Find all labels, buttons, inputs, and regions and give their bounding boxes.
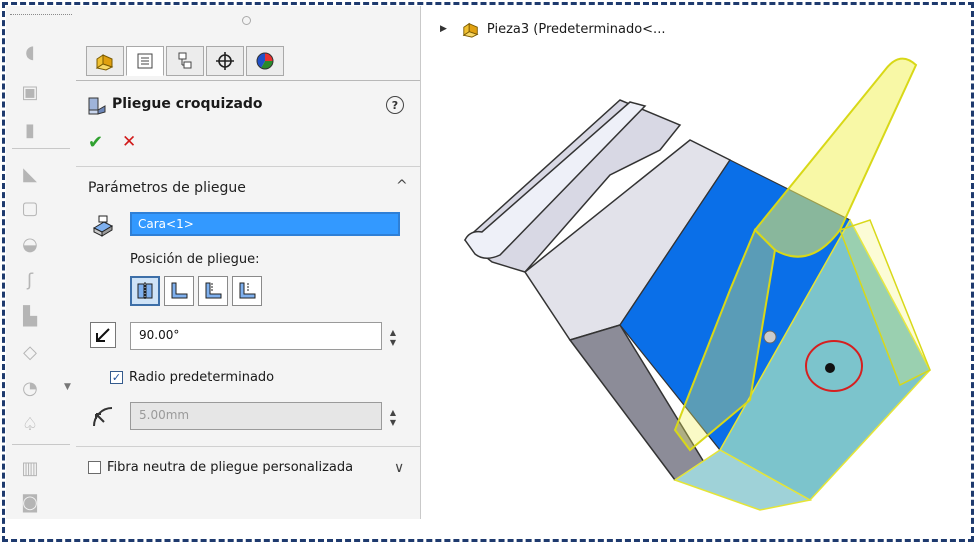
material-inside-button[interactable] (164, 276, 194, 306)
bend-outside-icon (239, 282, 256, 299)
sheet-metal-toolbar: ◖ ▣ ▮ ◣ ▢ ◒ ʃ ▙ ◇ ◔ ▼ ♤ ▥ ◙ (6, 6, 76, 519)
default-radius-checkbox[interactable]: ✓ (110, 371, 123, 384)
bend-angle-input[interactable]: 90.00° (130, 322, 382, 350)
flatten-icon[interactable]: ▥ (18, 456, 42, 480)
tab-dimxpert-manager[interactable] (206, 46, 244, 76)
property-list-icon (137, 53, 153, 69)
cancel-button[interactable]: ✕ (122, 132, 136, 152)
part-icon (462, 22, 479, 38)
bend-parameters-header[interactable]: Parámetros de pliegue (88, 180, 246, 196)
material-outside-icon (205, 282, 222, 299)
help-icon[interactable]: ? (386, 96, 404, 114)
manager-tabs (86, 46, 284, 76)
corner-icon[interactable]: ◔ (18, 376, 42, 400)
fixed-face-selection-field[interactable]: Cara<1> (130, 212, 400, 236)
expand-caret-icon[interactable]: ∨ (394, 460, 404, 476)
panel-pin-icon[interactable] (242, 16, 251, 25)
bend-position-options (130, 276, 262, 306)
no-bends-icon[interactable]: ◙ (18, 490, 42, 514)
tab-feature-manager[interactable] (86, 46, 124, 76)
configuration-icon (178, 52, 192, 69)
edge-flange-icon[interactable]: ▣ (18, 80, 42, 104)
bend-centerline-icon (137, 282, 153, 300)
bend-angle-spinner[interactable]: ▲ ▼ (386, 328, 400, 348)
bend-radius-input: 5.00mm (130, 402, 382, 430)
property-manager: Pliegue croquizado ? ✔ ✕ Parámetros de p… (76, 6, 421, 519)
fixed-face-icon (92, 215, 114, 237)
appearance-ball-icon (256, 52, 274, 70)
custom-neutral-fiber-checkbox[interactable] (88, 461, 101, 474)
corner-dropdown-caret[interactable]: ▼ (64, 382, 71, 392)
bend-outside-button[interactable] (232, 276, 262, 306)
sketched-bend-feature-icon (88, 97, 106, 115)
part-name: Pieza3 (Predeterminado<... (486, 21, 666, 37)
closed-corner-icon[interactable]: ▢ (18, 196, 42, 220)
material-inside-icon (171, 282, 188, 299)
toolbar-grip[interactable] (10, 14, 72, 17)
tab-display-manager[interactable] (246, 46, 284, 76)
face-marker-dot[interactable] (825, 363, 835, 373)
material-outside-button[interactable] (198, 276, 228, 306)
bend-position-label: Posición de pliegue: (130, 252, 260, 267)
part-icon (95, 54, 114, 71)
sketch-point[interactable] (763, 330, 777, 344)
feature-title: Pliegue croquizado (112, 96, 263, 112)
base-flange-icon[interactable]: ◖ (18, 40, 42, 64)
default-radius-label: Radio predeterminado (129, 370, 275, 385)
hem-icon[interactable]: ◣ (18, 162, 42, 186)
bend-centerline-button[interactable] (130, 276, 160, 306)
miter-flange-icon[interactable]: ▮ (18, 118, 42, 142)
tab-configuration-manager[interactable] (166, 46, 204, 76)
cross-break-icon[interactable]: ◇ (18, 340, 42, 364)
bend-radius-spinner: ▲ ▼ (389, 408, 397, 427)
sketched-bend-icon[interactable]: ▙ (18, 304, 42, 328)
custom-neutral-fiber-label: Fibra neutra de pliegue personalizada (107, 460, 354, 475)
jog-icon[interactable]: ʃ (18, 268, 42, 292)
feature-tree-flyout[interactable]: ▶ Pieza3 (Predeterminado<... (440, 20, 665, 38)
custom-neutral-fiber-row[interactable]: Fibra neutra de pliegue personalizada (88, 460, 353, 475)
model-viewport[interactable] (430, 40, 975, 515)
bend-angle-direction-icon[interactable] (90, 322, 116, 348)
ok-button[interactable]: ✔ (88, 132, 103, 153)
tab-property-manager[interactable] (126, 46, 164, 76)
fold-icon[interactable]: ◒ (18, 232, 42, 256)
collapse-caret-icon[interactable]: ^ (396, 178, 408, 194)
default-radius-row[interactable]: ✓ Radio predeterminado (110, 370, 274, 385)
bend-radius-icon (90, 404, 116, 434)
crosshair-icon (216, 52, 234, 70)
expand-arrow-icon[interactable]: ▶ (440, 24, 447, 34)
highlight-flange (753, 57, 918, 258)
forming-tool-icon[interactable]: ♤ (18, 412, 42, 436)
